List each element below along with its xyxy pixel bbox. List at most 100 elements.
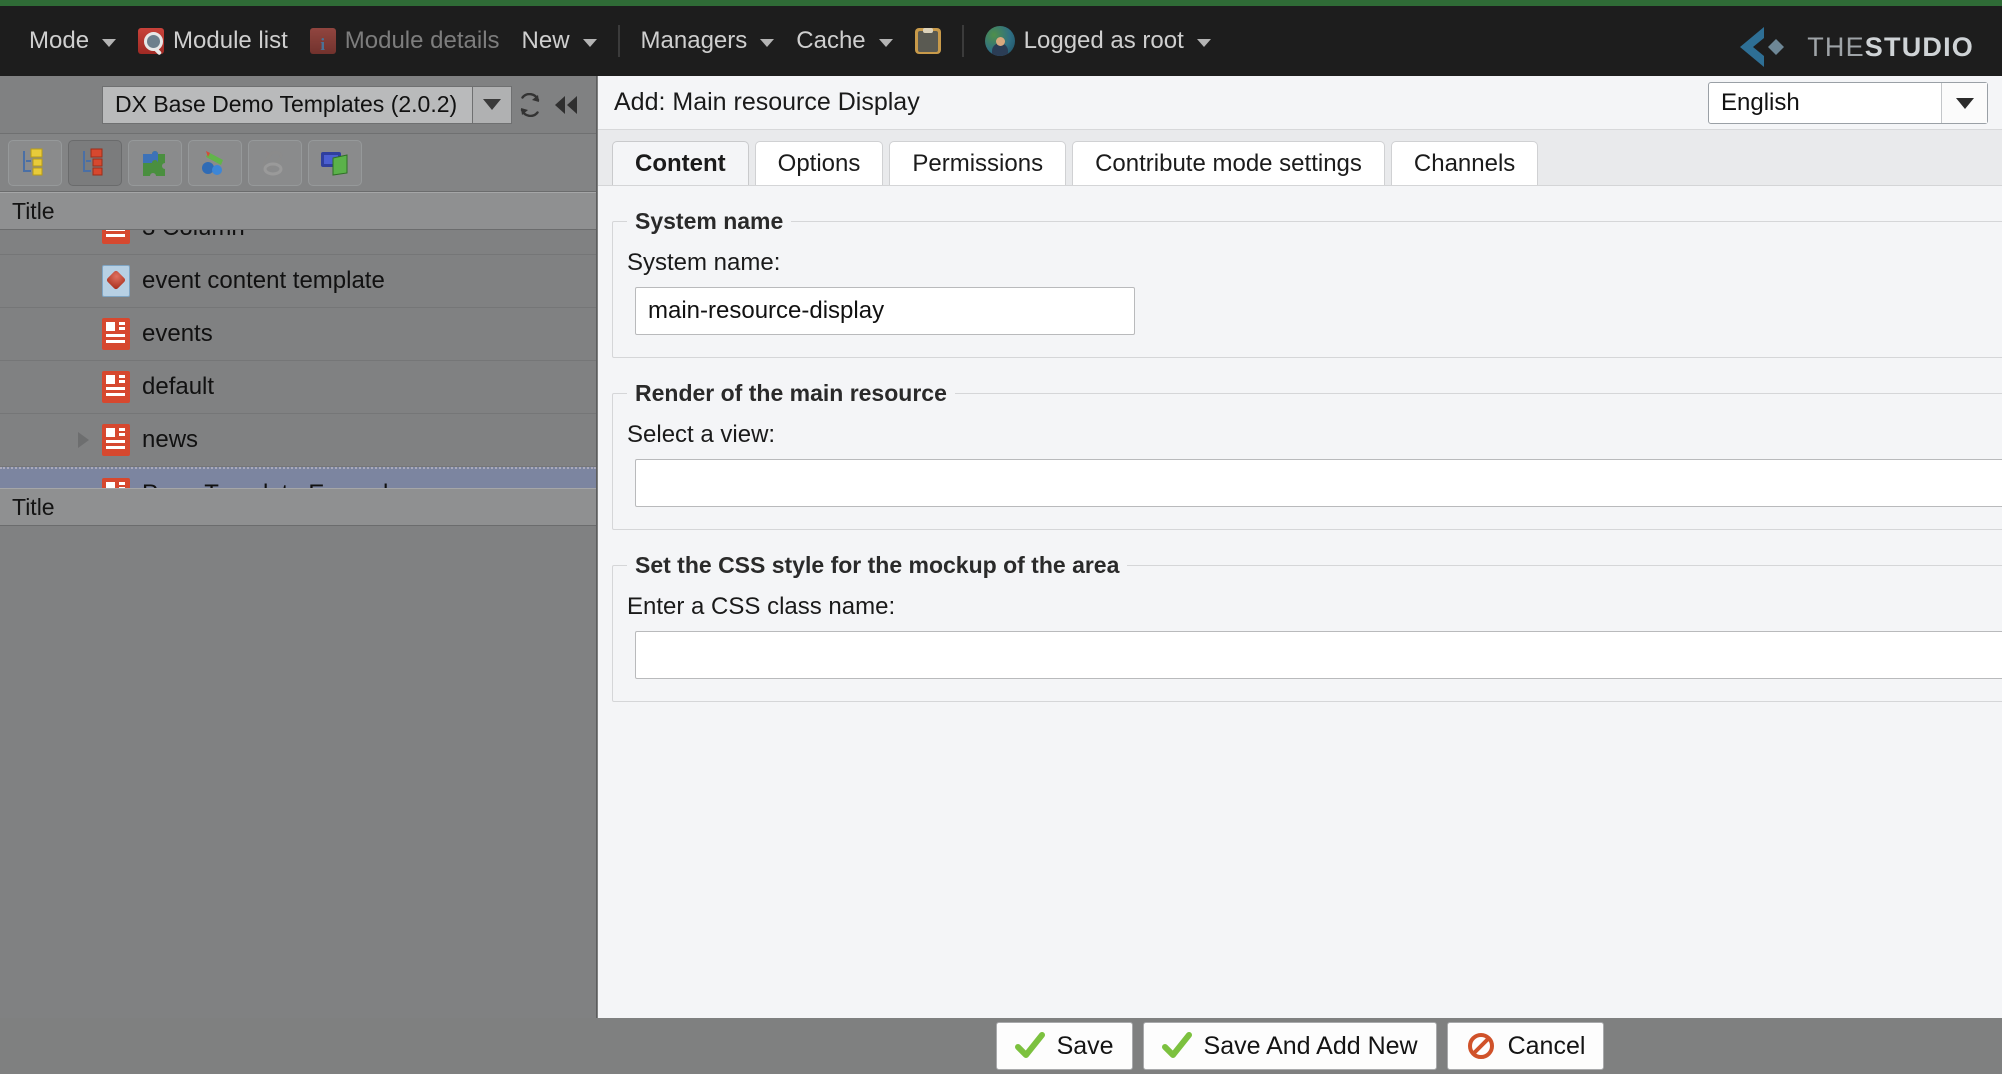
blocks-pencil-icon (202, 150, 223, 175)
menu-item-mode[interactable]: Mode (18, 18, 127, 64)
save-button[interactable]: Save (995, 1022, 1133, 1070)
studio-mark-icon (1740, 27, 1785, 67)
menu-item-label: Mode (29, 27, 90, 54)
collapse-left-icon (555, 95, 577, 114)
brand-text: THESTUDIO (1807, 32, 1974, 63)
monitor-icon (321, 151, 348, 176)
tab-permissions[interactable]: Permissions (889, 141, 1067, 185)
render-main-resource-section: Render of the main resource Select a vie… (612, 380, 2002, 530)
collapse-panel-button[interactable] (548, 86, 584, 124)
tab-bar: Content Options Permissions Contribute m… (598, 130, 2002, 186)
tree-item-label: events (142, 320, 213, 347)
system-name-value: main-resource-display (648, 297, 885, 324)
module-details-icon (309, 28, 336, 55)
tab-channels[interactable]: Channels (1390, 141, 1539, 185)
language-select-dropdown[interactable] (1941, 83, 1987, 123)
puzzle-icon (143, 150, 165, 176)
check-icon (1161, 1032, 1192, 1058)
refresh-button[interactable] (512, 86, 548, 124)
expand-news-twisty-icon[interactable] (70, 432, 96, 448)
menu-item-clipboard[interactable] (904, 18, 952, 64)
css-style-section: Set the CSS style for the mockup of the … (612, 552, 2002, 702)
tree-column-header-label: Title (12, 197, 55, 224)
paperclip-icon (262, 150, 283, 175)
select-a-view-input[interactable] (635, 459, 2002, 507)
tab-label: Options (777, 149, 861, 177)
main-content-panel: Add: Main resource Display English Conte… (598, 76, 2002, 1018)
tree-item-news[interactable]: news (0, 414, 596, 467)
cancel-icon (1467, 1033, 1494, 1059)
menu-item-module-details[interactable]: Module details (299, 18, 511, 64)
page-icon (102, 318, 130, 350)
tab-options[interactable]: Options (754, 141, 884, 185)
chevron-down-icon (760, 39, 775, 47)
top-menu-bar: Mode Module list Module details New Mana… (0, 6, 2002, 76)
menu-item-label: Module list (173, 27, 288, 54)
tags-button[interactable] (248, 139, 302, 186)
chevron-down-icon (483, 99, 501, 110)
tree-item-page-template-example[interactable]: Page Template Example (0, 467, 596, 488)
templates-tree-red-button[interactable] (68, 139, 122, 186)
cancel-button-label: Cancel (1507, 1031, 1586, 1060)
language-select[interactable]: English (1708, 82, 1988, 124)
menu-divider (617, 25, 620, 57)
tab-label: Channels (1413, 149, 1516, 177)
content-form: System name System name: main-resource-d… (598, 186, 2002, 1016)
module-select-dropdown[interactable] (472, 85, 512, 124)
tree-item-default[interactable]: default (0, 361, 596, 414)
brand-suffix: STUDIO (1864, 31, 1974, 62)
tree-item-label: Page Template Example (142, 480, 402, 489)
tab-content[interactable]: Content (612, 141, 749, 185)
sidebar-toolbar (0, 134, 596, 192)
sitemap-red-icon (83, 148, 103, 175)
content-types-button[interactable] (188, 139, 242, 186)
system-name-input[interactable]: main-resource-display (635, 287, 1135, 335)
secondary-tree-empty-area[interactable] (0, 526, 596, 1074)
tree-item-3-column[interactable]: 3 Column (0, 230, 596, 255)
css-class-name-input[interactable] (635, 631, 2002, 679)
components-button[interactable] (128, 139, 182, 186)
menu-item-logged-as-root[interactable]: Logged as root (974, 18, 1222, 64)
content-icon (102, 265, 130, 297)
tree-item-label: event content template (142, 267, 385, 294)
tab-label: Contribute mode settings (1095, 149, 1362, 177)
menu-item-cache[interactable]: Cache (785, 18, 903, 64)
css-class-name-label: Enter a CSS class name: (627, 593, 896, 620)
brand-logo: THESTUDIO (1738, 16, 1974, 78)
chevron-down-icon (878, 39, 893, 47)
preview-button[interactable] (308, 139, 362, 186)
pages-tree-yellow-button[interactable] (8, 139, 62, 186)
page-icon (102, 424, 130, 456)
left-sidebar: DX Base Demo Templates (2.0.2) Title eve… (0, 76, 597, 1074)
tree-item-label: 3 Column (142, 230, 245, 242)
cancel-button[interactable]: Cancel (1446, 1022, 1605, 1070)
tab-label: Permissions (912, 149, 1044, 177)
refresh-icon (520, 92, 540, 117)
chevron-down-icon (1196, 39, 1211, 47)
save-and-add-new-button[interactable]: Save And Add New (1142, 1022, 1437, 1070)
select-a-view-label: Select a view: (627, 421, 776, 448)
tree-item-label: news (142, 426, 199, 453)
tab-contribute-mode-settings[interactable]: Contribute mode settings (1072, 141, 1385, 185)
menu-item-managers[interactable]: Managers (630, 18, 786, 64)
module-select-value[interactable]: DX Base Demo Templates (2.0.2) (102, 85, 472, 124)
save-button-label: Save (1056, 1031, 1114, 1060)
menu-item-label: Logged as root (1023, 27, 1184, 54)
check-icon (1014, 1032, 1045, 1058)
chevron-down-icon (1955, 97, 1974, 109)
menu-item-label: Cache (796, 27, 866, 54)
user-avatar-icon (984, 26, 1015, 56)
menu-item-label: Managers (640, 27, 748, 54)
menu-item-new[interactable]: New (511, 18, 608, 64)
tab-label: Content (635, 149, 726, 177)
save-and-add-new-button-label: Save And Add New (1203, 1031, 1418, 1060)
brand-prefix: THE (1807, 31, 1865, 62)
sidebar-header: DX Base Demo Templates (2.0.2) (0, 76, 596, 134)
secondary-column-header: Title (0, 488, 596, 526)
tree-item-event-content-template[interactable]: event content template (0, 255, 596, 308)
tree-item-events[interactable]: events (0, 308, 596, 361)
tree-scroll-viewport[interactable]: 3 Column event content template events (0, 230, 596, 488)
page-icon (102, 230, 130, 244)
menu-item-module-list[interactable]: Module list (127, 18, 299, 64)
css-style-legend: Set the CSS style for the mockup of the … (635, 552, 1120, 578)
